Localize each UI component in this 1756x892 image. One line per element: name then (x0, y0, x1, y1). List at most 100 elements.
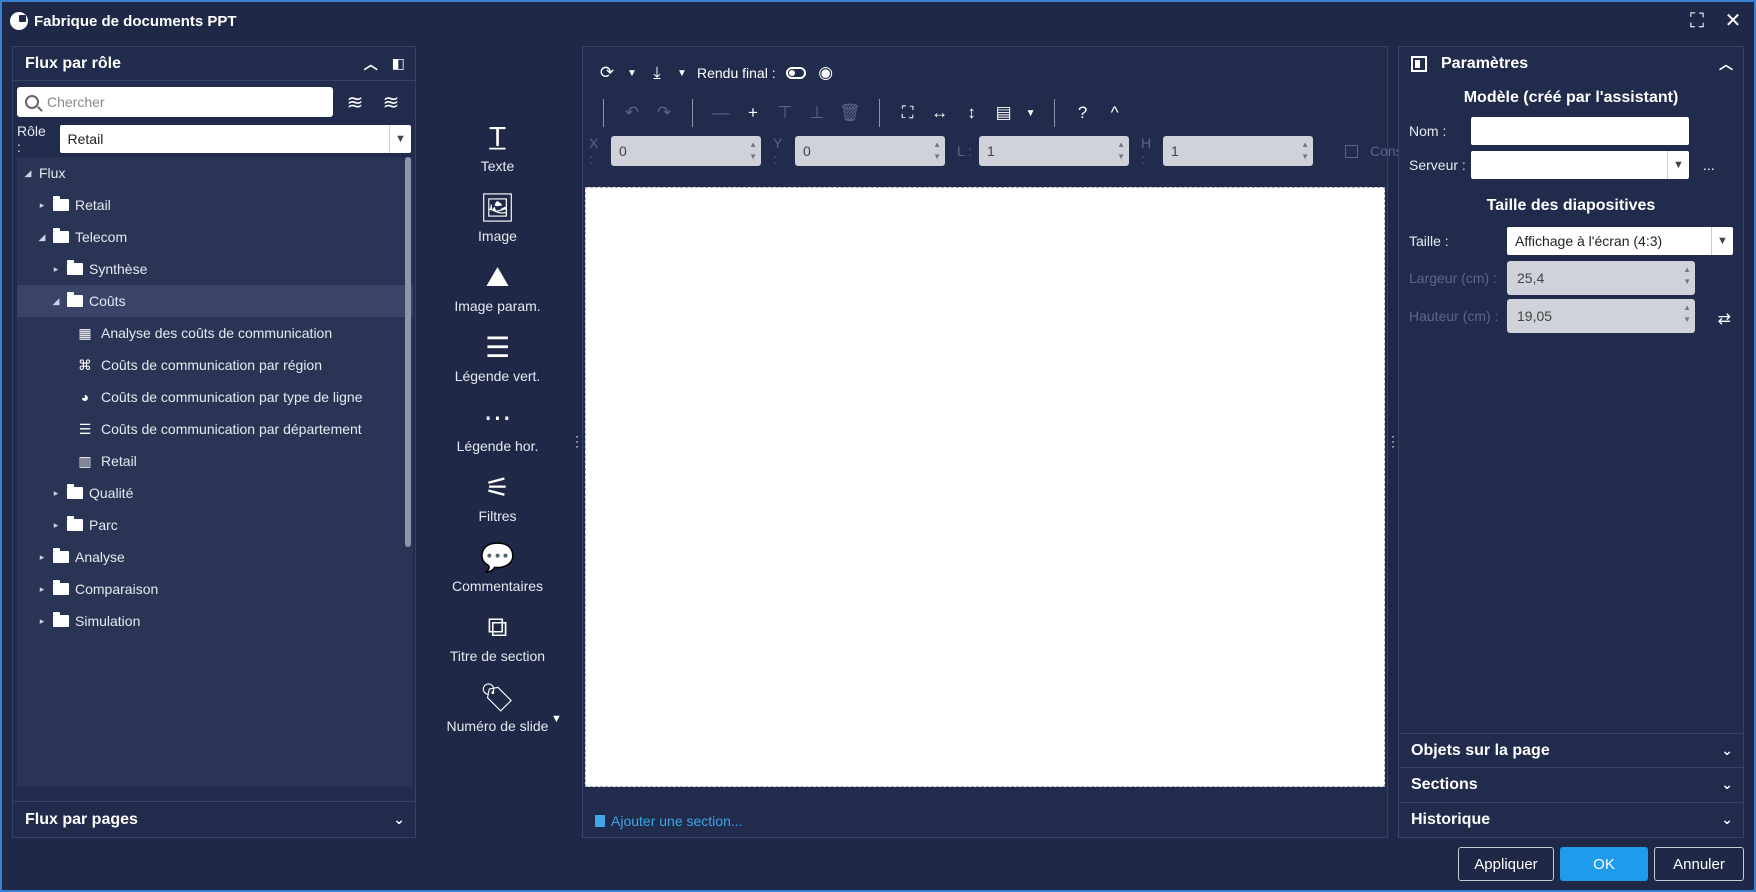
expand-arrow-icon[interactable]: ▸ (49, 520, 63, 531)
dock-panel-icon[interactable]: ◧ (392, 55, 405, 72)
slide-canvas[interactable] (585, 187, 1385, 787)
expand-arrow-icon[interactable]: ▸ (49, 488, 63, 499)
expand-arrow-icon[interactable]: ▸ (35, 584, 49, 595)
palette-item[interactable]: 🏷 Numéro de slide (430, 680, 565, 750)
palette-item[interactable]: ⧉ Titre de section (430, 610, 565, 680)
redo-icon[interactable]: ↷ (654, 103, 674, 123)
tree-folder-item[interactable]: ▸ Synthèse (17, 253, 413, 285)
align-icon[interactable]: ▤ (994, 103, 1014, 123)
refresh-icon[interactable]: ⟳ (597, 63, 617, 83)
tree-leaf-item[interactable]: ⌘ Coûts de communication par région (17, 349, 413, 381)
serveur-select[interactable]: ▼ (1471, 151, 1689, 179)
tree-folder-item[interactable]: ◢ Coûts (17, 285, 413, 317)
collapse-arrow-icon[interactable]: ◢ (21, 168, 35, 179)
fit-screen-icon[interactable]: ⛶ (898, 103, 918, 123)
image-icon: 🖼 (479, 191, 516, 223)
tree-folder-item[interactable]: ◢ Telecom (17, 221, 413, 253)
align-dropdown-icon[interactable]: ▼ (1026, 108, 1036, 119)
help-icon[interactable]: ? (1073, 103, 1093, 123)
expand-arrow-icon[interactable]: ▸ (49, 264, 63, 275)
dock-panel-icon[interactable] (1411, 56, 1427, 72)
expand-arrow-icon[interactable]: ▸ (35, 552, 49, 563)
taille-select[interactable]: Affichage à l'écran (4:3) ▼ (1507, 227, 1733, 255)
collapse-up-icon[interactable]: ︿ (1719, 54, 1733, 74)
expand-arrow-icon[interactable]: ▸ (35, 200, 49, 211)
tree-scrollbar[interactable] (405, 157, 411, 547)
tree-folder-item[interactable]: ▸ Retail (17, 189, 413, 221)
tree-folder-item[interactable]: ▸ Simulation (17, 605, 413, 637)
hauteur-input[interactable]: 19,05 ▲ ▼ (1507, 299, 1695, 333)
palette-item[interactable]: ⋯ Légende hor. (430, 400, 565, 470)
download-dropdown-icon[interactable]: ▼ (677, 68, 687, 79)
nom-input[interactable] (1471, 117, 1689, 145)
tree-leaf-item[interactable]: ▥ Retail (17, 445, 413, 477)
hauteur-value: 19,05 (1517, 308, 1553, 324)
palette-item[interactable]: 🖼 Image (430, 190, 565, 260)
ungroup-icon[interactable]: ⊥ (807, 103, 827, 123)
search-input[interactable] (47, 94, 307, 110)
right-splitter-handle[interactable]: · · · (1391, 430, 1395, 452)
coord-input[interactable]: 1 ▲ ▼ (979, 136, 1129, 166)
add-section-label: Ajouter une section... (611, 813, 743, 829)
serveur-more-button[interactable]: ... (1703, 157, 1715, 173)
undo-icon[interactable]: ↶ (622, 103, 642, 123)
palette-item[interactable]: ⚟ Filtres (430, 470, 565, 540)
swap-orientation-icon[interactable]: ⇄ (1718, 309, 1731, 329)
fit-height-icon[interactable]: ↕ (962, 103, 982, 123)
spinner-icon[interactable]: ▲ ▼ (1301, 139, 1309, 163)
tree-folder-item[interactable]: ▸ Comparaison (17, 573, 413, 605)
delete-icon[interactable]: 🗑 (839, 103, 861, 123)
palette-item[interactable]: 💬 Commentaires (430, 540, 565, 610)
palette-more-dropdown-icon[interactable]: ▼ (551, 713, 562, 725)
coord-label: L : (957, 143, 973, 159)
largeur-input[interactable]: 25,4 ▲ ▼ (1507, 261, 1695, 295)
tree-folder-item[interactable]: ▸ Analyse (17, 541, 413, 573)
coord-input[interactable]: 0 ▲ ▼ (795, 136, 945, 166)
download-icon[interactable]: ⤓ (647, 63, 667, 83)
spinner-icon[interactable]: ▲ ▼ (749, 139, 757, 163)
spinner-icon[interactable]: ▲ ▼ (1683, 302, 1691, 326)
conserv-checkbox[interactable] (1345, 144, 1358, 158)
apply-button[interactable]: Appliquer (1458, 847, 1554, 881)
sections-section[interactable]: Sections ⌄ (1399, 767, 1743, 801)
expand-arrow-icon[interactable]: ▸ (35, 616, 49, 627)
tree-leaf-item[interactable]: ▦ Analyse des coûts de communication (17, 317, 413, 349)
group-icon[interactable]: ⊤ (775, 103, 795, 123)
close-icon[interactable]: ✕ (1722, 10, 1744, 32)
objets-section[interactable]: Objets sur la page ⌄ (1399, 733, 1743, 767)
remove-icon[interactable]: — (711, 103, 731, 123)
palette-item[interactable]: T̲ Texte (430, 120, 565, 190)
collapse-arrow-icon[interactable]: ◢ (49, 296, 63, 307)
coord-input[interactable]: 0 ▲ ▼ (611, 136, 761, 166)
coord-input[interactable]: 1 ▲ ▼ (1163, 136, 1313, 166)
spinner-icon[interactable]: ▲ ▼ (1117, 139, 1125, 163)
flux-par-pages-section[interactable]: Flux par pages ⌄ (13, 801, 415, 837)
historique-section[interactable]: Historique ⌄ (1399, 802, 1743, 836)
layers-collapse-icon[interactable]: ≋ (377, 88, 405, 116)
layers-expand-icon[interactable]: ≋ (341, 88, 369, 116)
role-select[interactable]: Retail ▼ (59, 125, 411, 153)
refresh-dropdown-icon[interactable]: ▼ (627, 68, 637, 79)
taille-select-value: Affichage à l'écran (4:3) (1515, 233, 1663, 249)
ok-button[interactable]: OK (1560, 847, 1648, 881)
left-splitter-handle[interactable]: · · · (575, 430, 579, 452)
tree-folder-item[interactable]: ▸ Qualité (17, 477, 413, 509)
palette-item[interactable]: ⛰ Image param. (430, 260, 565, 330)
spinner-icon[interactable]: ▲ ▼ (933, 139, 941, 163)
preview-eye-icon[interactable]: ◉ (816, 63, 836, 83)
collapse-arrow-icon[interactable]: ◢ (35, 232, 49, 243)
palette-item[interactable]: ☰ Légende vert. (430, 330, 565, 400)
rendu-final-toggle[interactable] (785, 67, 806, 79)
tree-folder-item[interactable]: ◢ Flux (17, 157, 413, 189)
tree-leaf-item[interactable]: ☰ Coûts de communication par département (17, 413, 413, 445)
maximize-icon[interactable]: ⛶ (1686, 10, 1708, 32)
tree-folder-item[interactable]: ▸ Parc (17, 509, 413, 541)
add-section-link[interactable]: Ajouter une section... (595, 813, 743, 829)
spinner-icon[interactable]: ▲ ▼ (1683, 264, 1691, 288)
collapse-up-icon[interactable]: ︿ (364, 54, 378, 74)
fit-width-icon[interactable]: ↔ (930, 103, 950, 123)
add-icon[interactable]: + (743, 103, 763, 123)
collapse-toolbar-icon[interactable]: ^ (1105, 103, 1125, 123)
cancel-button[interactable]: Annuler (1654, 847, 1744, 881)
tree-leaf-item[interactable]: ◕ Coûts de communication par type de lign… (17, 381, 413, 413)
